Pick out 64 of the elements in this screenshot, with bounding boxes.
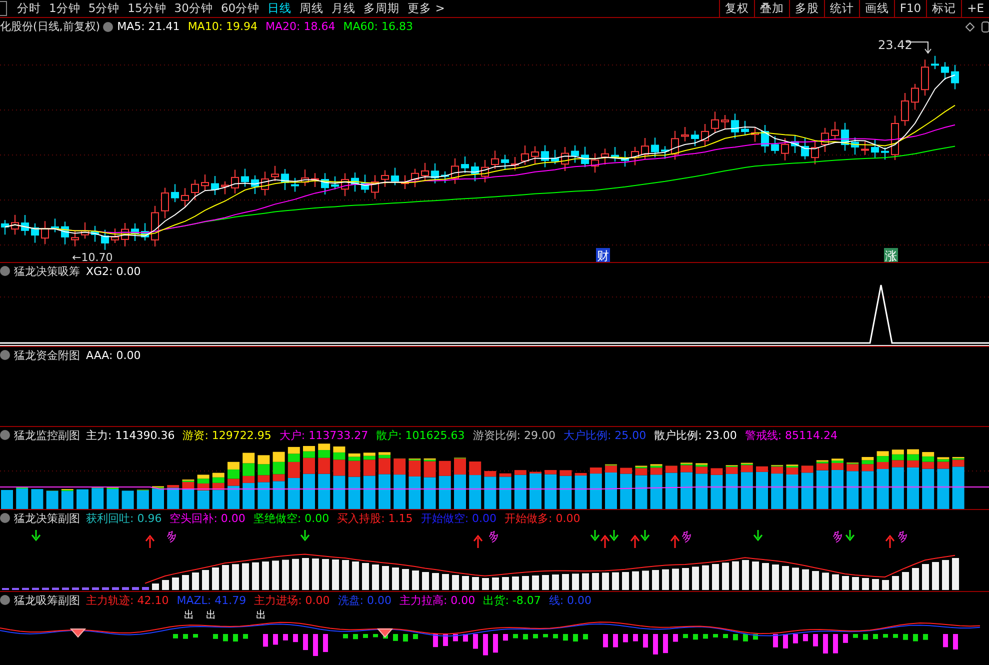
toolbar-button[interactable]: F10 <box>894 0 926 17</box>
signal-label: 出 <box>184 610 194 621</box>
indicator-value: 主力轨迹: 42.10 <box>86 592 169 608</box>
period-tab[interactable]: 更多 > <box>404 0 449 17</box>
panel-title: 猛龙资金附图 <box>14 348 80 362</box>
indicator-value: 出货: -8.07 <box>483 592 541 608</box>
toolbar-button[interactable]: 画线 <box>858 0 894 17</box>
indicator-value: MA5: 21.41 <box>117 20 180 33</box>
panel-title: 猛龙决策吸筹 <box>14 264 80 278</box>
signal-label: 多 <box>830 528 846 544</box>
indicator-value: 大户比例: 25.00 <box>563 428 646 442</box>
indicator-value: 游资比例: 29.00 <box>472 428 556 442</box>
toolbar-button[interactable]: 统计 <box>824 0 859 17</box>
indicator-value: 主力: 114390.36 <box>86 428 175 442</box>
period-tab[interactable]: 分时 <box>13 0 45 17</box>
period-tab[interactable]: 30分钟 <box>170 0 217 17</box>
indicator-value: MAZL: 41.79 <box>176 594 246 606</box>
indicator-value: 游资: 129722.95 <box>182 428 272 442</box>
period-tab[interactable]: 日线 <box>264 0 296 17</box>
signal-label: 多 <box>164 528 180 544</box>
period-tab[interactable]: 多周期 <box>360 0 404 17</box>
panel-title: 猛龙监控副图 <box>14 428 80 442</box>
high-price-label: 23.42 <box>878 38 912 52</box>
indicator-value: 获利回吐: 0.96 <box>86 510 162 526</box>
panel-title: 猛龙吸筹副图 <box>14 592 80 608</box>
indicator-value: 空头回补: 0.00 <box>170 510 246 526</box>
indicator-value: 买入持股: 1.15 <box>337 510 413 526</box>
toolbar-button[interactable]: 标记 <box>926 0 962 17</box>
panel-title: 猛龙决策副图 <box>14 510 80 526</box>
indicator-value: 线: 0.00 <box>548 592 592 608</box>
toolbar-button[interactable]: +E <box>961 0 989 17</box>
indicator-value: 开始做空: 0.00 <box>420 510 497 526</box>
period-tab[interactable]: 60分钟 <box>216 0 264 17</box>
indicator-value: 散户比例: 23.00 <box>654 428 737 442</box>
indicator-value: XG2: 0.00 <box>86 264 141 278</box>
indicator-value: 主力进场: 0.00 <box>254 592 330 608</box>
indicator-value: MA60: 16.83 <box>343 20 413 33</box>
indicator-value: 警戒线: 85114.24 <box>744 428 838 442</box>
signal-label: 出 <box>206 610 216 621</box>
toolbar-button[interactable]: 多股 <box>788 0 824 17</box>
indicator-value: MA20: 18.64 <box>266 20 336 33</box>
signal-label: 多 <box>679 528 696 544</box>
toolbar-button[interactable]: 叠加 <box>754 0 789 17</box>
period-tab[interactable]: 5分钟 <box>84 0 124 17</box>
indicator-value: 主力拉高: 0.00 <box>399 592 476 608</box>
signal-label: 出 <box>256 610 266 621</box>
indicator-value: 大户: 113733.27 <box>279 428 368 442</box>
indicator-value: 洗盘: 0.00 <box>338 592 392 608</box>
indicator-value: 坚绝做空: 0.00 <box>253 510 330 526</box>
signal-label: 多 <box>895 528 912 544</box>
period-tab[interactable]: 15分钟 <box>124 0 170 17</box>
indicator-value: MA10: 19.94 <box>188 20 258 33</box>
toolbar-button[interactable]: 复权 <box>718 0 754 17</box>
event-badge: 财 <box>596 248 610 262</box>
period-tab[interactable]: 月线 <box>328 0 360 17</box>
period-tab[interactable]: 1分钟 <box>45 0 84 17</box>
event-badge: 涨 <box>884 248 898 262</box>
period-tab[interactable]: 周线 <box>296 0 328 17</box>
signal-label: 多 <box>486 528 502 544</box>
stock-title: 化股份(日线,前复权) <box>0 19 100 34</box>
indicator-value: AAA: 0.00 <box>86 348 141 362</box>
low-price-label: ←10.70 <box>72 251 113 262</box>
indicator-value: 散户: 101625.63 <box>376 428 465 442</box>
indicator-value: 开始做多: 0.00 <box>504 510 580 526</box>
